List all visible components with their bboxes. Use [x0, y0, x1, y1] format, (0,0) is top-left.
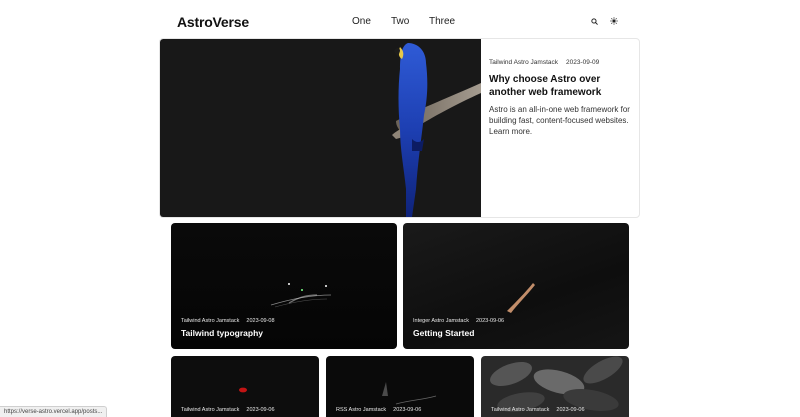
post-card-meta: Tailwind Astro Jamstack 2023-09-06: [491, 407, 585, 413]
post-card-meta: Integer Astro Jamstack 2023-09-06: [413, 318, 504, 324]
post-tags: Tailwind Astro Jamstack: [491, 407, 550, 413]
post-card-meta: RSS Astro Jamstack 2023-09-06: [336, 407, 421, 413]
nav-link-two[interactable]: Two: [391, 16, 409, 27]
post-tags: RSS Astro Jamstack: [336, 407, 387, 413]
post-card[interactable]: Tailwind Astro Jamstack 2023-09-08 Tailw…: [171, 223, 397, 349]
site-logo[interactable]: AstroVerse: [177, 14, 249, 30]
post-tags: Integer Astro Jamstack: [413, 318, 469, 324]
post-card-title[interactable]: Tailwind typography: [181, 328, 263, 338]
post-date: 2023-09-09: [566, 59, 600, 66]
post-date: 2023-09-08: [246, 318, 275, 324]
post-tags: Tailwind Astro Jamstack: [181, 407, 240, 413]
post-card[interactable]: Tailwind Astro Jamstack 2023-09-06: [481, 356, 629, 417]
post-card-meta: Tailwind Astro Jamstack 2023-09-08: [181, 318, 275, 324]
post-card[interactable]: Integer Astro Jamstack 2023-09-06 Gettin…: [403, 223, 629, 349]
post-date: 2023-09-06: [246, 407, 275, 413]
parrot-image: [392, 43, 481, 217]
post-date: 2023-09-06: [556, 407, 585, 413]
featured-post-description: Astro is an all-in-one web framework for…: [489, 105, 630, 136]
post-tags: Tailwind Astro Jamstack: [181, 318, 240, 324]
post-date: 2023-09-06: [393, 407, 422, 413]
search-icon: [590, 17, 598, 25]
featured-post-title[interactable]: Why choose Astro over another web framew…: [489, 73, 634, 99]
sun-icon: [610, 17, 618, 25]
link-status-bar: https://verse-astro.vercel.app/posts...: [0, 406, 108, 417]
post-card-title[interactable]: Getting Started: [413, 328, 474, 338]
nav-link-three[interactable]: Three: [429, 16, 455, 27]
post-card-meta: Tailwind Astro Jamstack 2023-09-06: [181, 407, 275, 413]
featured-post-card[interactable]: Tailwind Astro Jamstack 2023-09-09 Why c…: [159, 38, 640, 218]
nav-link-one[interactable]: One: [352, 16, 371, 27]
post-card[interactable]: Tailwind Astro Jamstack 2023-09-06: [171, 356, 319, 417]
featured-post-meta: Tailwind Astro Jamstack 2023-09-09: [489, 59, 634, 66]
post-tags: Tailwind Astro Jamstack: [489, 59, 558, 66]
theme-toggle-button[interactable]: [607, 14, 621, 28]
featured-post-image: [160, 39, 481, 217]
featured-post-body: Tailwind Astro Jamstack 2023-09-09 Why c…: [489, 59, 634, 137]
post-date: 2023-09-06: [475, 318, 505, 324]
post-card[interactable]: RSS Astro Jamstack 2023-09-06: [326, 356, 474, 417]
search-button[interactable]: [587, 14, 601, 28]
